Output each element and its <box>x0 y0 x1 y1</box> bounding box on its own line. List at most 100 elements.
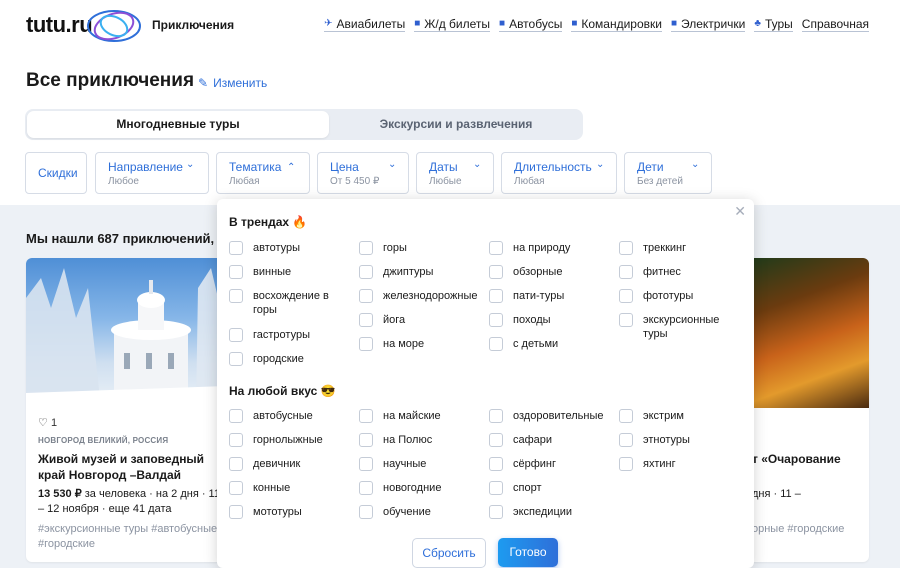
checkbox[interactable] <box>229 409 243 423</box>
checkbox[interactable] <box>489 289 503 303</box>
heart-icon: ♡ <box>38 417 48 429</box>
theme-option[interactable]: новогодние <box>359 481 441 495</box>
checkbox[interactable] <box>619 289 633 303</box>
theme-option[interactable]: мототуры <box>229 505 302 519</box>
checkbox[interactable] <box>229 481 243 495</box>
theme-option[interactable]: автобусные <box>229 409 313 423</box>
checkbox[interactable] <box>229 352 243 366</box>
theme-option[interactable]: походы <box>489 313 551 327</box>
theme-option[interactable]: гастротуры <box>229 328 353 342</box>
checkbox[interactable] <box>359 457 373 471</box>
theme-option[interactable]: обучение <box>359 505 431 519</box>
done-button[interactable]: Готово <box>498 538 558 567</box>
checkbox[interactable] <box>489 481 503 495</box>
checkbox[interactable] <box>359 241 373 255</box>
theme-option[interactable]: фитнес <box>619 265 681 279</box>
filter-price[interactable]: Цена ⌄ От 5 450 ₽ <box>317 152 409 194</box>
checkbox[interactable] <box>489 265 503 279</box>
checkbox[interactable] <box>359 433 373 447</box>
filter-duration[interactable]: Длительность ⌄ Любая <box>501 152 617 194</box>
nav-business-trips[interactable]: ■ Командировки <box>571 17 662 32</box>
nav-help[interactable]: Справочная <box>801 17 869 32</box>
theme-option[interactable]: на море <box>359 337 424 351</box>
tab-multiday-tours[interactable]: Многодневные туры <box>27 111 329 138</box>
checkbox[interactable] <box>489 313 503 327</box>
theme-option[interactable]: пати-туры <box>489 289 564 303</box>
tutu-logo[interactable]: tutu.ru <box>26 8 146 44</box>
checkbox[interactable] <box>489 433 503 447</box>
theme-option[interactable]: спорт <box>489 481 542 495</box>
theme-option[interactable]: девичник <box>229 457 300 471</box>
theme-option[interactable]: железнодорожные <box>359 289 478 303</box>
checkbox[interactable] <box>359 313 373 327</box>
theme-option[interactable]: на Полюс <box>359 433 432 447</box>
checkbox[interactable] <box>359 481 373 495</box>
checkbox[interactable] <box>359 289 373 303</box>
checkbox[interactable] <box>619 433 633 447</box>
theme-option[interactable]: горнолыжные <box>229 433 323 447</box>
close-icon[interactable]: ✕ <box>734 203 746 220</box>
theme-option[interactable]: экстрим <box>619 409 684 423</box>
checkbox[interactable] <box>619 409 633 423</box>
checkbox[interactable] <box>229 433 243 447</box>
nav-avia[interactable]: ✈ Авиабилеты <box>324 17 406 32</box>
theme-option[interactable]: сафари <box>489 433 552 447</box>
checkbox[interactable] <box>619 313 633 327</box>
checkbox[interactable] <box>229 265 243 279</box>
nav-suburban[interactable]: ■ Электрички <box>670 17 746 32</box>
tab-excursions[interactable]: Экскурсии и развлечения <box>331 111 581 138</box>
theme-option[interactable]: экспедиции <box>489 505 572 519</box>
nav-rail[interactable]: ■ Ж/д билеты <box>414 17 491 32</box>
checkbox[interactable] <box>489 241 503 255</box>
checkbox[interactable] <box>489 409 503 423</box>
reset-button[interactable]: Сбросить <box>412 538 486 568</box>
theme-option[interactable]: автотуры <box>229 241 353 255</box>
checkbox[interactable] <box>359 265 373 279</box>
theme-option[interactable]: экскурсионные туры <box>619 313 733 341</box>
theme-option[interactable]: с детьми <box>489 337 558 351</box>
checkbox[interactable] <box>359 505 373 519</box>
theme-option[interactable]: на майские <box>359 409 441 423</box>
theme-option[interactable]: на природу <box>489 241 570 255</box>
tour-card[interactable]: т «Очарование дня · 11 – орные #городски… <box>748 258 869 562</box>
theme-option[interactable]: обзорные <box>489 265 562 279</box>
edit-link[interactable]: ✎ Изменить <box>198 76 267 90</box>
theme-option[interactable]: восхождение в горы <box>229 289 353 317</box>
checkbox[interactable] <box>619 241 633 255</box>
theme-option[interactable]: фототуры <box>619 289 693 303</box>
checkbox[interactable] <box>229 241 243 255</box>
theme-option[interactable]: городские <box>229 352 353 366</box>
filter-discounts[interactable]: Скидки <box>25 152 87 194</box>
theme-option[interactable]: винные <box>229 265 353 279</box>
checkbox[interactable] <box>359 337 373 351</box>
any-taste-heading: На любой вкус 😎 <box>229 384 336 398</box>
checkbox[interactable] <box>619 265 633 279</box>
nav-tours[interactable]: ♣ Туры <box>754 17 793 32</box>
theme-option[interactable]: яхтинг <box>619 457 676 471</box>
checkbox[interactable] <box>619 457 633 471</box>
theme-option[interactable]: треккинг <box>619 241 686 255</box>
filter-children[interactable]: Дети ⌄ Без детей <box>624 152 712 194</box>
theme-option[interactable]: конные <box>229 481 290 495</box>
checkbox[interactable] <box>229 328 243 342</box>
nav-bus[interactable]: ■ Автобусы <box>499 17 563 32</box>
tour-card[interactable]: ♡ 1 НОВГОРОД ВЕЛИКИЙ, РОССИЯ Живой музей… <box>26 258 226 562</box>
theme-option[interactable]: оздоровительные <box>489 409 603 423</box>
theme-option[interactable]: йога <box>359 313 405 327</box>
filter-direction[interactable]: Направление ⌄ Любое <box>95 152 209 194</box>
theme-option[interactable]: горы <box>359 241 407 255</box>
theme-option[interactable]: сёрфинг <box>489 457 556 471</box>
theme-option[interactable]: джиптуры <box>359 265 433 279</box>
checkbox[interactable] <box>359 409 373 423</box>
checkbox[interactable] <box>229 289 243 303</box>
checkbox[interactable] <box>489 457 503 471</box>
checkbox[interactable] <box>229 457 243 471</box>
filter-dates[interactable]: Даты ⌄ Любые <box>416 152 494 194</box>
filter-theme[interactable]: Тематика ⌃ Любая <box>216 152 310 194</box>
likes[interactable]: ♡ 1 <box>38 416 57 429</box>
checkbox[interactable] <box>489 337 503 351</box>
checkbox[interactable] <box>489 505 503 519</box>
checkbox[interactable] <box>229 505 243 519</box>
theme-option[interactable]: этнотуры <box>619 433 690 447</box>
theme-option[interactable]: научные <box>359 457 426 471</box>
